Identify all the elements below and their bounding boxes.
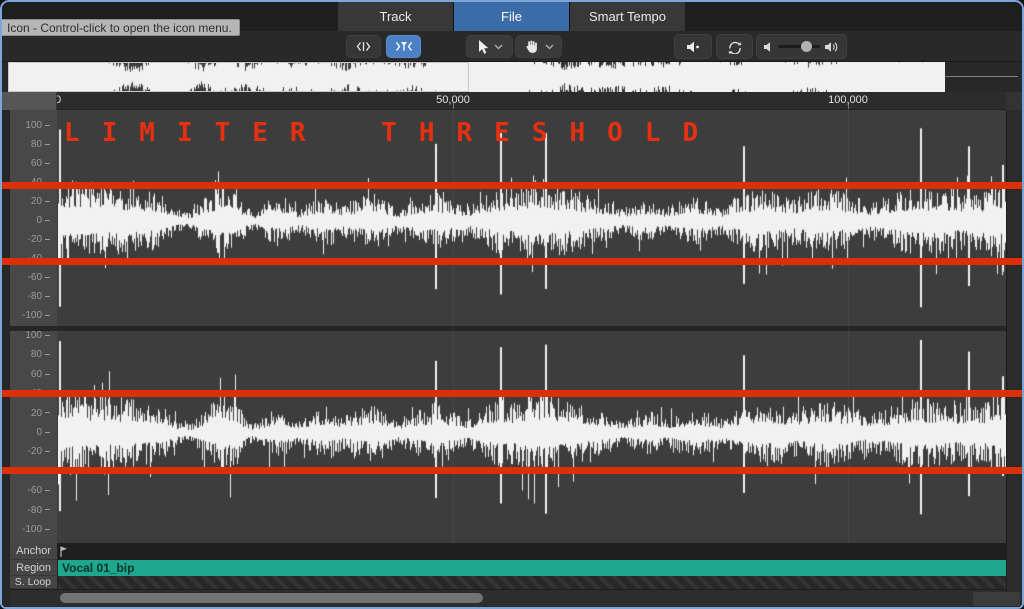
ruler-corner-right: [1006, 92, 1022, 110]
prelisten-button[interactable]: [674, 34, 712, 59]
amplitude-scale-left-channel: 100806040200-20-40-60-80-100: [10, 110, 57, 326]
overview-tail-line: [945, 76, 1018, 77]
tab-file[interactable]: File: [454, 2, 569, 31]
scale-label: -80: [10, 291, 50, 303]
s-loop-hatch-area: [58, 576, 1006, 589]
pointer-tool-selector[interactable]: [466, 35, 513, 58]
scale-label: -60: [10, 485, 50, 497]
limiter-threshold-line: [2, 390, 1022, 397]
region-lane-label: Region: [2, 560, 57, 576]
speaker-loud-icon: [825, 41, 839, 53]
pointer-tool-icon: [477, 39, 488, 55]
scale-label: 0: [10, 215, 50, 227]
hand-tool-selector[interactable]: [515, 35, 562, 58]
limiter-threshold-label: LIMITER THRESHOLD: [64, 118, 720, 148]
sample-ruler[interactable]: 0 50,000 100,000: [2, 92, 1022, 110]
limiter-threshold-line: [2, 467, 1022, 474]
anchor-lane[interactable]: Anchor: [2, 543, 1022, 560]
speaker-icon: [686, 41, 701, 53]
s-loop-lane-label: S. Loop: [2, 576, 57, 589]
ruler-corner-box: [2, 92, 57, 110]
icon-tooltip: Icon - Control-click to open the icon me…: [2, 19, 240, 36]
scale-label: -100: [10, 310, 50, 322]
tab-smart-tempo[interactable]: Smart Tempo: [570, 2, 685, 31]
limiter-threshold-line: [2, 258, 1022, 265]
funnel-icon: [395, 41, 413, 52]
cycle-button[interactable]: [716, 34, 753, 59]
scale-label: 20: [10, 196, 50, 208]
right-scroll-strip: [1006, 92, 1022, 592]
overview-selection-rect[interactable]: [8, 62, 469, 92]
volume-slider-thumb[interactable]: [801, 41, 812, 52]
split-view-button[interactable]: [346, 35, 381, 58]
anchor-marker-icon[interactable]: [59, 545, 69, 558]
waveform-overview-strip[interactable]: [2, 62, 1022, 92]
audio-file-editor-window: Track File Smart Tempo Icon - Control-cl…: [0, 0, 1024, 609]
scale-label: 80: [10, 139, 50, 151]
volume-slider[interactable]: [778, 45, 820, 48]
ruler-label: 50,000: [423, 94, 483, 106]
scale-label: -20: [10, 446, 50, 458]
amplitude-scale-right-channel: 100806040200-20-40-60-80-100: [10, 331, 57, 543]
gridline-100000: [848, 110, 849, 543]
split-view-icon: [356, 41, 371, 52]
horizontal-scrollbar[interactable]: [2, 589, 1022, 607]
gridline-50000: [453, 110, 454, 543]
scale-label: -60: [10, 272, 50, 284]
ruler-label: 100,000: [818, 94, 878, 106]
waveform-right-channel[interactable]: [58, 331, 1006, 543]
region-bar[interactable]: Vocal 01_bip: [58, 560, 1006, 576]
scrollbar-thumb[interactable]: [60, 593, 483, 603]
scale-label: 60: [10, 369, 50, 381]
scale-label: -100: [10, 524, 50, 536]
scale-label: 80: [10, 349, 50, 361]
scale-label: 20: [10, 408, 50, 420]
hand-tool-icon: [524, 39, 539, 54]
region-lane: Region Vocal 01_bip: [2, 560, 1022, 576]
scale-label: 0: [10, 427, 50, 439]
speaker-quiet-icon: [764, 42, 773, 52]
cycle-loop-icon: [726, 39, 744, 54]
scale-label: 60: [10, 158, 50, 170]
scale-label: 100: [10, 330, 50, 342]
scrollbar-corner-box: [973, 592, 1020, 606]
volume-slider-group: [756, 34, 847, 59]
anchor-lane-label: Anchor: [2, 543, 57, 560]
scale-label: -80: [10, 505, 50, 517]
limiter-threshold-line: [2, 182, 1022, 189]
chevron-down-icon: [545, 44, 554, 50]
chevron-down-icon: [494, 44, 503, 50]
left-edge-strip: [2, 92, 10, 607]
catch-selection-button[interactable]: [386, 35, 421, 58]
scale-label: -20: [10, 234, 50, 246]
tab-track[interactable]: Track: [338, 2, 453, 31]
s-loop-lane[interactable]: S. Loop: [2, 576, 1022, 589]
scale-label: 100: [10, 120, 50, 132]
